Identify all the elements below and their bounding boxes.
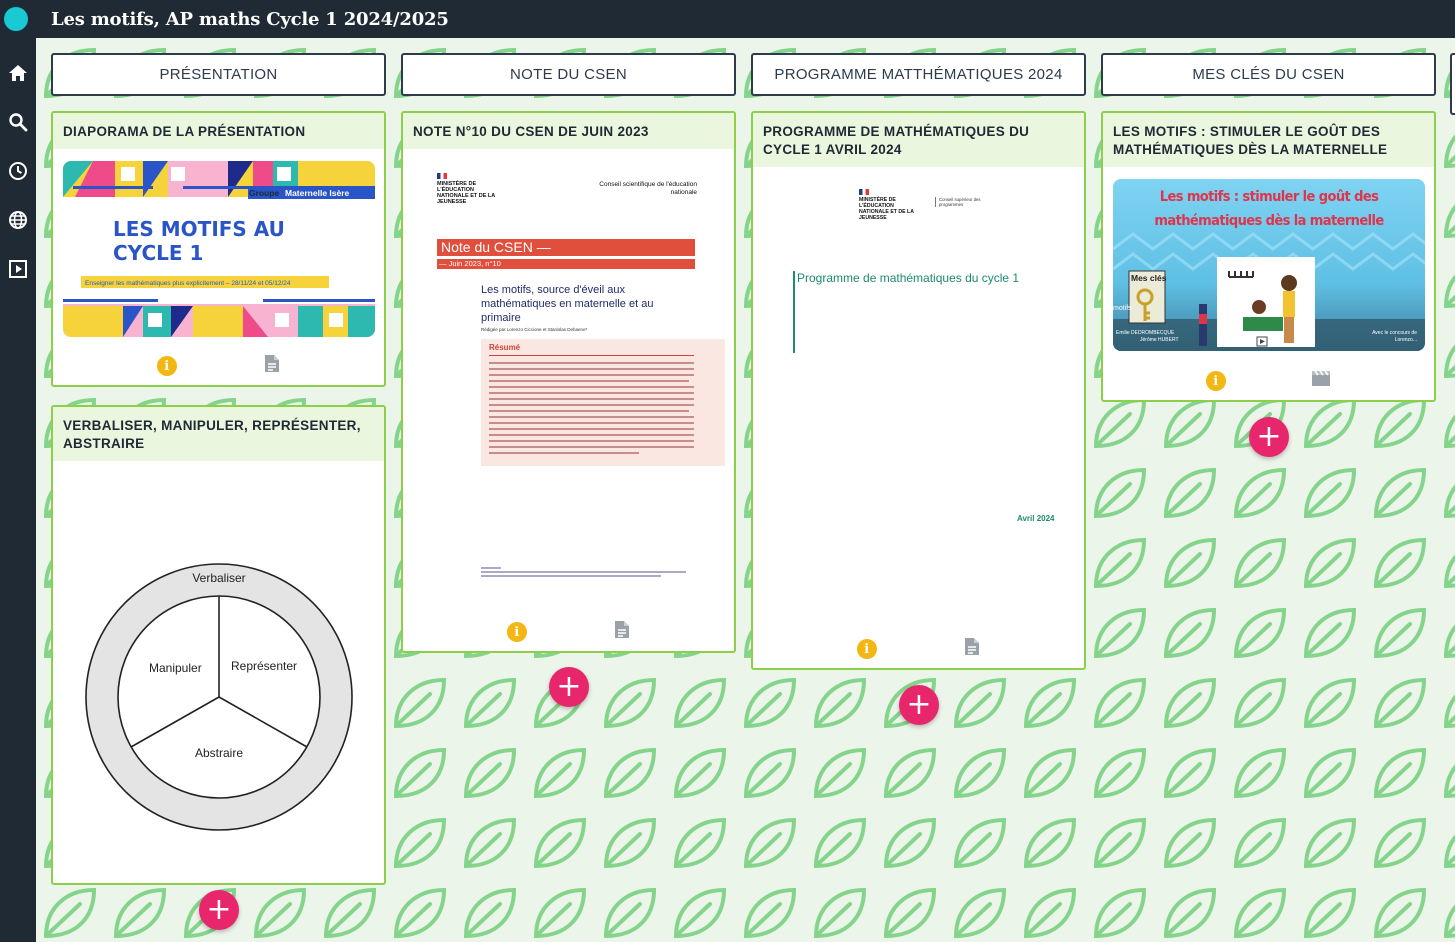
document-icon[interactable] [614, 620, 630, 644]
document-preview: MINISTÈRE DE L'ÉDUCATION NATIONALE ET DE… [773, 185, 1073, 625]
card-diaporama[interactable]: Diaporama de la présentation [51, 111, 386, 387]
video-credit-2: Jérôme HUBERT [1140, 337, 1179, 343]
doc-footnote-lines [481, 567, 686, 577]
doc-summary-lines [489, 362, 694, 454]
info-icon[interactable]: i [1205, 371, 1226, 391]
video-credits-left: Emilie DEDROMBECQUE Jérôme HUBERT [1116, 330, 1179, 344]
column-presentation: Présentation Diaporama de la présentatio… [51, 53, 386, 930]
board-title[interactable]: Les motifs, AP maths Cycle 1 2024/2025 [51, 9, 449, 30]
card-footer: i [1103, 362, 1434, 400]
search-icon[interactable] [7, 111, 29, 132]
sidebar [0, 38, 36, 942]
document-icon[interactable] [264, 354, 280, 378]
card-title: Note n°10 du CSEN de juin 2023 [403, 113, 734, 149]
card-footer: i [753, 630, 1084, 668]
column-header[interactable]: Présentation [51, 53, 386, 96]
video-title: Les motifs : stimuler le goût des mathém… [1113, 185, 1425, 233]
info-icon[interactable]: i [506, 622, 527, 642]
video-credits-right: Avec le concours de Lorenzo... [1372, 330, 1417, 344]
slide-badge: Groupe [249, 188, 279, 198]
doc-summary-box: Résumé [481, 339, 725, 466]
column-mes-cles: Mes clés du CSEN Les motifs : stimuler l… [1101, 53, 1436, 457]
video-icon[interactable] [1311, 370, 1331, 392]
add-card-button[interactable]: + [1249, 417, 1289, 457]
video-side-label: motifs [1113, 305, 1132, 312]
doc-council: Conseil scientifique de l'éducation nati… [599, 181, 697, 196]
column-header[interactable]: Note du CSEN [401, 53, 736, 96]
card-verbaliser[interactable]: Verbaliser, manipuler, représenter, abst… [51, 405, 386, 885]
column-note-csen: Note du CSEN Note n°10 du CSEN de juin 2… [401, 53, 736, 707]
video-credit-3: Avec le concours de [1372, 330, 1417, 336]
document-icon[interactable] [964, 637, 980, 661]
doc-program-title: Programme de mathématiques du cycle 1 [797, 271, 1020, 285]
info-icon[interactable]: i [156, 356, 177, 376]
label-manipuler: Manipuler [149, 661, 202, 675]
add-card-button[interactable]: + [549, 667, 589, 707]
card-title: Diaporama de la présentation [53, 113, 384, 149]
column-header[interactable]: Programme matthématiques 2024 [751, 53, 1086, 96]
doc-summary-title: Résumé [489, 343, 521, 352]
card-footer: i [53, 347, 384, 385]
top-bar: Les motifs, AP maths Cycle 1 2024/2025 [0, 0, 1455, 38]
video-title-line1: Les motifs : stimuler le goût des [1159, 189, 1379, 205]
label-abstraire: Abstraire [194, 746, 244, 760]
slide-title-line2: CYCLE 1 [113, 241, 203, 265]
next-column-edge [1450, 53, 1455, 115]
card-title: Programme de mathématiques du cycle 1 av… [753, 113, 1084, 167]
label-representer: Représenter [231, 659, 298, 673]
doc-council: Conseil supérieur des programmes [935, 197, 981, 207]
label-verbaliser: Verbaliser [192, 571, 246, 585]
card-title: Verbaliser, manipuler, représenter, abst… [53, 407, 384, 461]
slideshow-icon[interactable] [7, 258, 29, 279]
document-preview: MINISTÈRE DE L'ÉDUCATION NATIONALE ET DE… [423, 169, 725, 609]
info-icon[interactable]: i [856, 639, 877, 659]
app-logo[interactable] [4, 7, 28, 31]
video-credit-1: Emilie DEDROMBECQUE [1116, 330, 1175, 336]
doc-date: Avril 2024 [1017, 514, 1055, 523]
card-note-csen[interactable]: Note n°10 du CSEN de juin 2023 MINISTÈRE… [401, 111, 736, 653]
add-card-button[interactable]: + [199, 890, 239, 930]
card-programme[interactable]: Programme de mathématiques du cycle 1 av… [751, 111, 1086, 670]
video-title-line2: mathématiques dès la maternelle [1154, 213, 1384, 229]
column-header[interactable]: Mes clés du CSEN [1101, 53, 1436, 96]
video-keys-label: Mes clés [1131, 273, 1167, 283]
clock-icon[interactable] [7, 160, 29, 181]
doc-authors: Rédigée par Lorenzo Ciccione et Stanisla… [481, 327, 588, 332]
diagram-circle: Verbaliser Manipuler Représenter Abstrai… [83, 561, 355, 833]
slide-title-line1: LES MOTIFS AU [113, 217, 285, 241]
column-programme: Programme matthématiques 2024 Programme … [751, 53, 1086, 725]
home-icon[interactable] [7, 62, 29, 83]
slide-badge-2: Maternelle Isère [285, 188, 350, 198]
slide-thumbnail: Groupe Maternelle Isère LES MOTIFS AU CY… [63, 161, 375, 337]
doc-heading: Les motifs, source d'éveil aux mathémati… [481, 284, 654, 324]
slide-subtitle: Enseigner les mathématiques plus explici… [85, 280, 291, 287]
globe-icon[interactable] [7, 209, 29, 230]
video-credit-4: Lorenzo... [1394, 337, 1417, 343]
card-footer: i [403, 613, 734, 651]
video-thumbnail[interactable]: Les motifs : stimuler le goût des mathém… [1113, 179, 1425, 351]
doc-ministry: MINISTÈRE DE L'ÉDUCATION NATIONALE ET DE… [859, 197, 914, 221]
doc-ministry: MINISTÈRE DE L'ÉDUCATION NATIONALE ET DE… [437, 181, 496, 205]
add-card-button[interactable]: + [899, 685, 939, 725]
card-video-motifs[interactable]: Les motifs : stimuler le goût des mathém… [1101, 111, 1436, 402]
doc-date: — Juin 2023, n°10 [437, 259, 695, 269]
doc-banner: Note du CSEN — [437, 239, 695, 256]
card-title: Les motifs : stimuler le goût des mathém… [1103, 113, 1434, 167]
